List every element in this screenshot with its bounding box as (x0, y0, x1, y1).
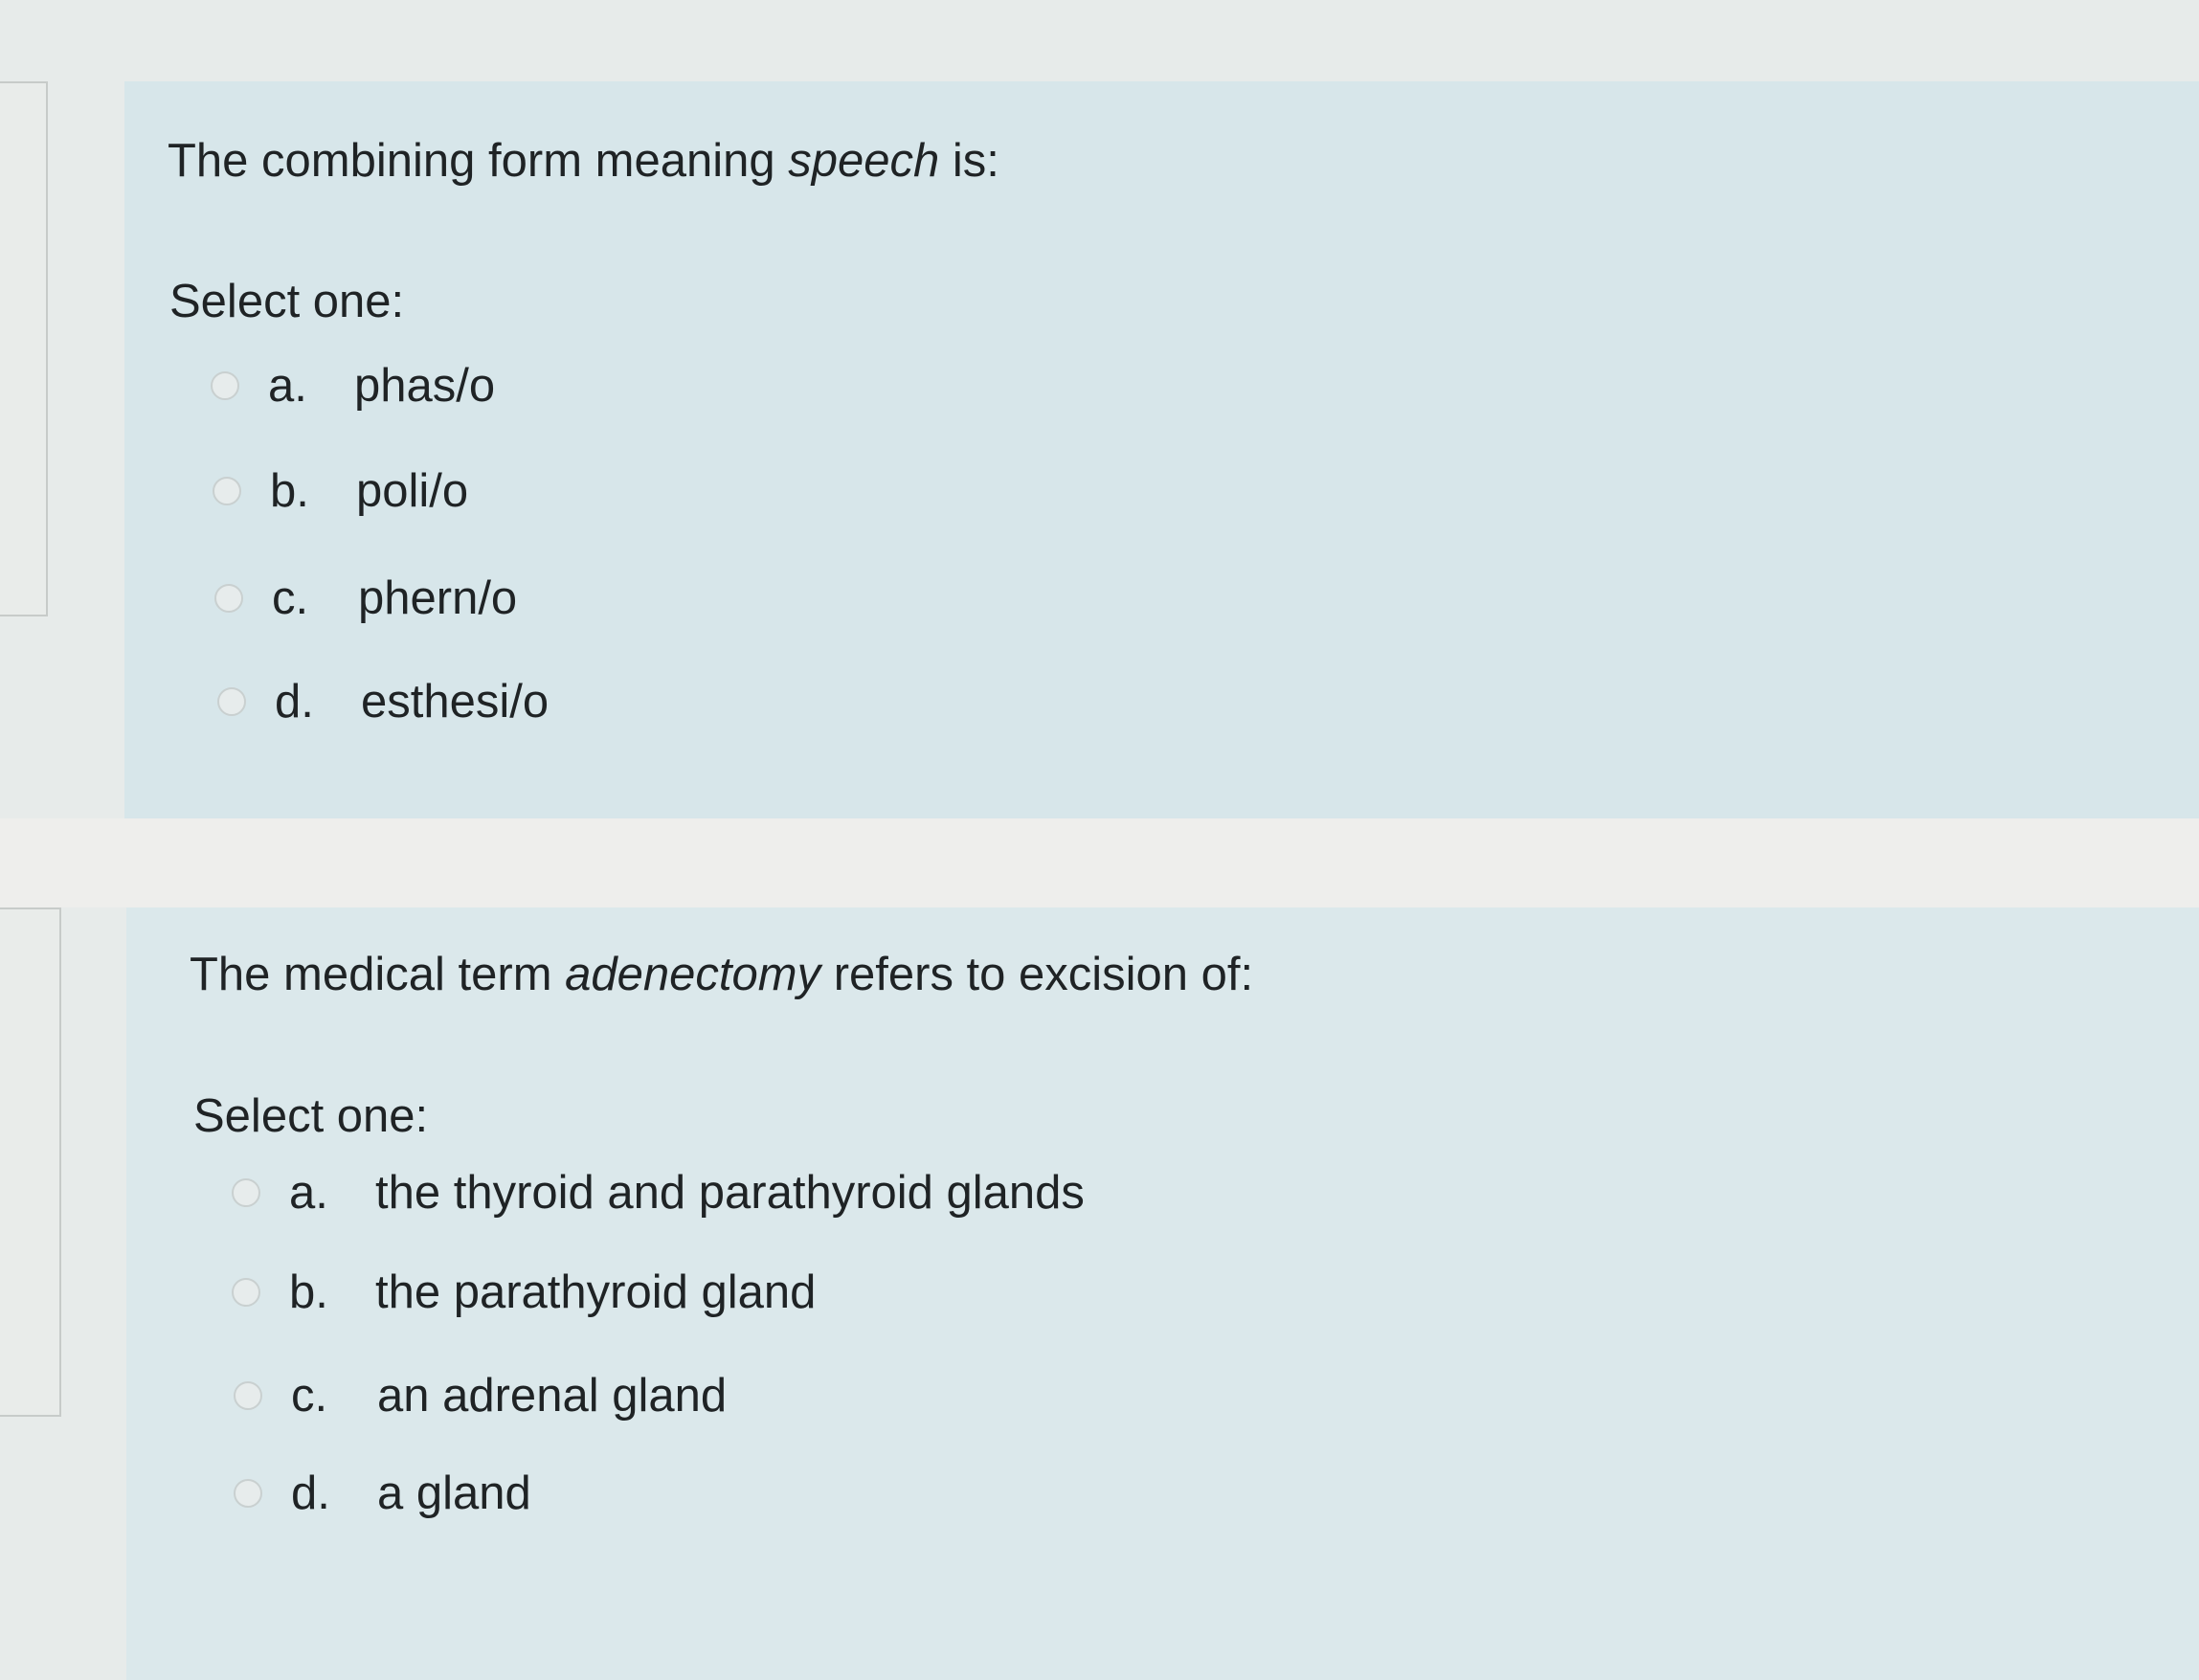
radio-button[interactable] (213, 477, 241, 505)
select-one-label: Select one: (169, 276, 405, 327)
prompt-emphasis: speech (788, 135, 940, 187)
answer-option-d[interactable]: d. a gland (234, 1467, 531, 1520)
question-card-2: The medical term adenectomy refers to ex… (126, 907, 2199, 1680)
prompt-text: The medical term (190, 949, 566, 1000)
option-text: the parathyroid gland (375, 1266, 817, 1318)
option-text: an adrenal gland (377, 1370, 728, 1422)
option-letter: b. (270, 465, 309, 517)
option-letter: c. (272, 572, 309, 624)
answer-option-c[interactable]: c. phern/o (214, 571, 517, 625)
question-prompt: The medical term adenectomy refers to ex… (190, 948, 1253, 1001)
answer-option-d[interactable]: d. esthesi/o (217, 675, 549, 728)
radio-button[interactable] (211, 371, 239, 400)
option-text: the thyroid and parathyroid glands (375, 1167, 1085, 1219)
option-letter: a. (268, 360, 307, 412)
radio-button[interactable] (234, 1479, 262, 1508)
option-text: phas/o (354, 360, 496, 412)
option-letter: b. (289, 1266, 328, 1318)
option-text: poli/o (356, 465, 469, 517)
radio-button[interactable] (232, 1278, 260, 1307)
option-letter: c. (291, 1370, 328, 1422)
radio-button[interactable] (214, 584, 243, 613)
question-info-panel (0, 81, 48, 616)
answer-option-b[interactable]: b. poli/o (213, 464, 468, 518)
radio-button[interactable] (217, 687, 246, 716)
option-text: a gland (377, 1467, 531, 1519)
option-letter: d. (275, 676, 314, 728)
prompt-text-end: refers to excision of: (820, 949, 1254, 1000)
option-text: phern/o (358, 572, 518, 624)
answer-option-a[interactable]: a. the thyroid and parathyroid glands (232, 1166, 1085, 1220)
question-card-1: The combining form meaning speech is: Se… (124, 81, 2199, 818)
radio-button[interactable] (232, 1178, 260, 1207)
answer-option-c[interactable]: c. an adrenal gland (234, 1369, 727, 1422)
prompt-text-end: is: (939, 135, 999, 187)
option-letter: d. (291, 1467, 330, 1519)
question-info-panel (0, 907, 61, 1417)
answer-option-a[interactable]: a. phas/o (211, 359, 495, 413)
select-one-label: Select one: (193, 1090, 429, 1142)
option-letter: a. (289, 1167, 328, 1219)
option-text: esthesi/o (361, 676, 550, 728)
prompt-emphasis: adenectomy (565, 949, 821, 1000)
radio-button[interactable] (234, 1381, 262, 1410)
answer-option-b[interactable]: b. the parathyroid gland (232, 1266, 816, 1319)
question-separator (0, 818, 2199, 907)
prompt-text: The combining form meaning (168, 135, 789, 187)
question-prompt: The combining form meaning speech is: (168, 134, 999, 188)
